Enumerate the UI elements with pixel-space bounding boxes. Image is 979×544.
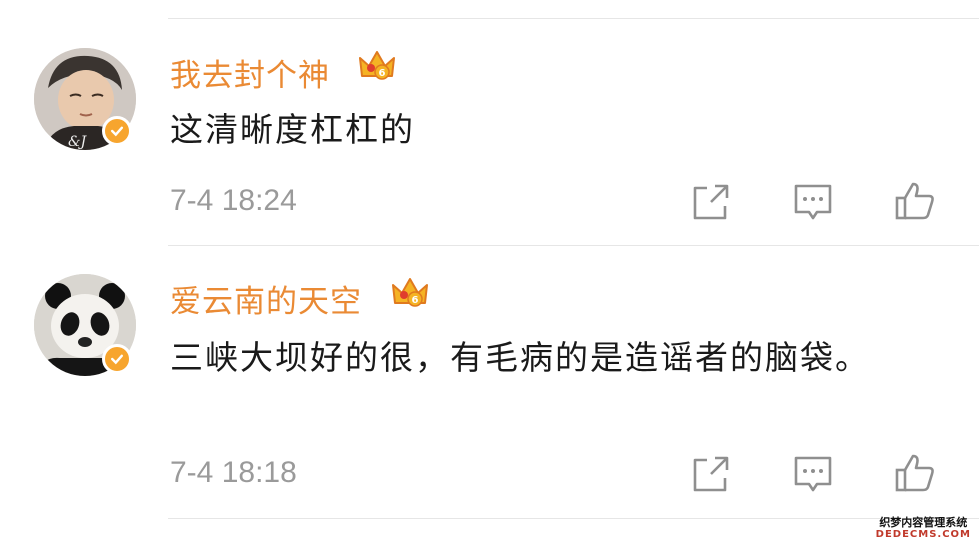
divider <box>168 245 979 246</box>
comment-icon <box>794 184 832 220</box>
watermark: 织梦内容管理系统 DEDECMS.COM <box>875 515 971 540</box>
like-button[interactable] <box>893 450 937 494</box>
watermark-cn: 织梦内容管理系统 <box>879 515 968 529</box>
verified-badge <box>102 344 132 374</box>
like-icon <box>895 454 934 492</box>
share-icon <box>693 184 729 220</box>
comment-button[interactable] <box>791 452 835 496</box>
divider-bottom <box>168 518 979 519</box>
comment-text: 这清晰度杠杠的 <box>170 110 415 149</box>
like-icon <box>895 182 934 220</box>
watermark-en: DEDECMS.COM <box>875 529 971 540</box>
divider-top <box>168 18 979 19</box>
share-button[interactable] <box>689 452 733 496</box>
share-icon <box>693 456 729 492</box>
comment-username[interactable]: 爱云南的天空 <box>170 276 362 321</box>
comment-time: 7-4 18:24 <box>170 184 297 217</box>
check-icon <box>111 354 123 365</box>
comment-username[interactable]: 我去封个神 <box>170 50 330 95</box>
crown-icon: 6 <box>359 51 395 80</box>
verified-badge <box>102 116 132 146</box>
comment-text: 三峡大坝好的很，有毛病的是造谣者的脑袋。 <box>170 338 870 377</box>
svg-text:&J: &J <box>68 134 87 150</box>
like-button[interactable] <box>893 178 937 222</box>
comment-button[interactable] <box>791 180 835 224</box>
svg-text:6: 6 <box>379 68 386 79</box>
check-icon <box>111 126 123 137</box>
crown-icon: 6 <box>392 278 428 307</box>
share-button[interactable] <box>689 180 733 224</box>
svg-text:6: 6 <box>412 295 419 306</box>
comment-time: 7-4 18:18 <box>170 456 297 489</box>
comment-icon <box>794 456 832 492</box>
